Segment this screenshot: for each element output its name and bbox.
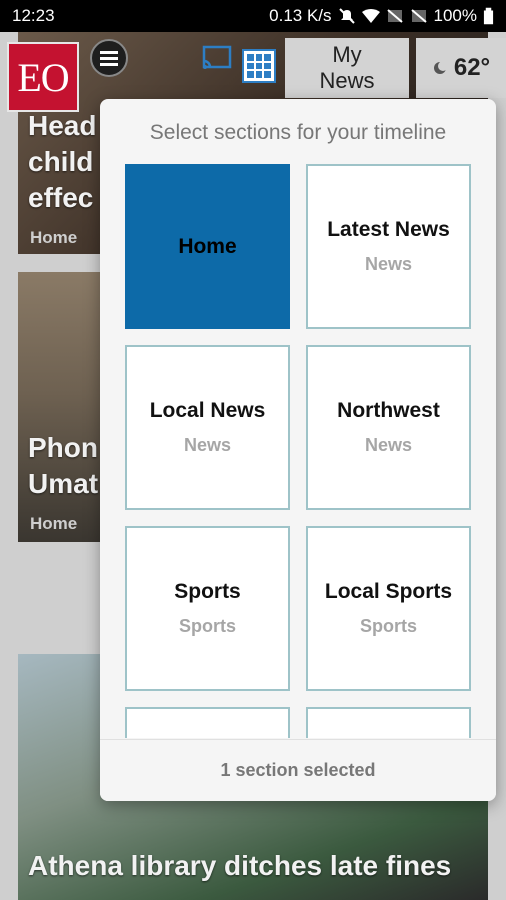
wifi-icon bbox=[361, 9, 380, 23]
status-bar: 12:23 0.13 K/s 100% bbox=[0, 0, 506, 32]
my-news-button[interactable]: My News bbox=[285, 38, 409, 98]
section-tile-title: Latest News bbox=[327, 218, 450, 241]
section-tile-subtitle: Sports bbox=[178, 616, 236, 636]
status-net-speed: 0.13 K/s bbox=[269, 6, 332, 25]
section-tile-local-sports[interactable]: Local Sports Sports bbox=[306, 526, 471, 691]
dialog-title: Select sections for your timeline bbox=[149, 121, 447, 144]
story-headline: Head child effec bbox=[28, 110, 97, 213]
section-tile-partial[interactable] bbox=[125, 707, 290, 738]
menu-button[interactable] bbox=[90, 39, 128, 77]
story-headline: Phon Umat bbox=[28, 432, 99, 499]
battery-percent: 100% bbox=[433, 6, 477, 25]
story-section: Home bbox=[30, 228, 78, 247]
section-tile-northwest[interactable]: Northwest News bbox=[306, 345, 471, 510]
section-select-dialog: Select sections for your timeline Home L… bbox=[100, 99, 496, 801]
section-tile-sports[interactable]: Sports Sports bbox=[125, 526, 290, 691]
cast-icon[interactable] bbox=[200, 44, 234, 72]
section-tile-local-news[interactable]: Local News News bbox=[125, 345, 290, 510]
section-tile-title: Local News bbox=[149, 399, 266, 422]
section-tile-home[interactable]: Home bbox=[125, 164, 290, 329]
section-tile-title: Sports bbox=[174, 580, 241, 603]
story-headline: Athena library ditches late fines bbox=[28, 850, 452, 881]
section-tile-subtitle: News bbox=[364, 254, 413, 274]
section-tile-subtitle: News bbox=[364, 435, 413, 455]
no-signal-icon-2 bbox=[410, 9, 427, 23]
weather-widget[interactable]: 62° bbox=[416, 38, 506, 98]
section-tile-latest-news[interactable]: Latest News News bbox=[306, 164, 471, 329]
story-section: Home bbox=[30, 514, 78, 533]
status-time: 12:23 bbox=[12, 6, 55, 25]
section-tile-subtitle: Sports bbox=[359, 616, 417, 636]
my-news-label-line1: My bbox=[332, 42, 362, 67]
moon-icon bbox=[433, 61, 448, 74]
battery-icon bbox=[483, 7, 494, 25]
hamburger-icon bbox=[100, 51, 118, 66]
sections-grid-button[interactable] bbox=[242, 49, 276, 83]
no-signal-icon bbox=[386, 9, 403, 23]
section-tile-title: Home bbox=[178, 234, 237, 258]
my-news-label-line2: News bbox=[319, 68, 375, 93]
section-tile-partial[interactable] bbox=[306, 707, 471, 738]
section-tiles-grid: Home Latest News News Local News News No… bbox=[125, 164, 471, 738]
muted-bell-icon bbox=[338, 8, 355, 24]
eo-logo[interactable]: EO bbox=[7, 42, 79, 112]
section-tile-title: Northwest bbox=[337, 399, 440, 422]
section-tile-subtitle: News bbox=[183, 435, 232, 455]
temperature: 62° bbox=[453, 54, 491, 81]
selection-count: 1 section selected bbox=[100, 739, 496, 801]
section-tile-title: Local Sports bbox=[324, 580, 453, 603]
